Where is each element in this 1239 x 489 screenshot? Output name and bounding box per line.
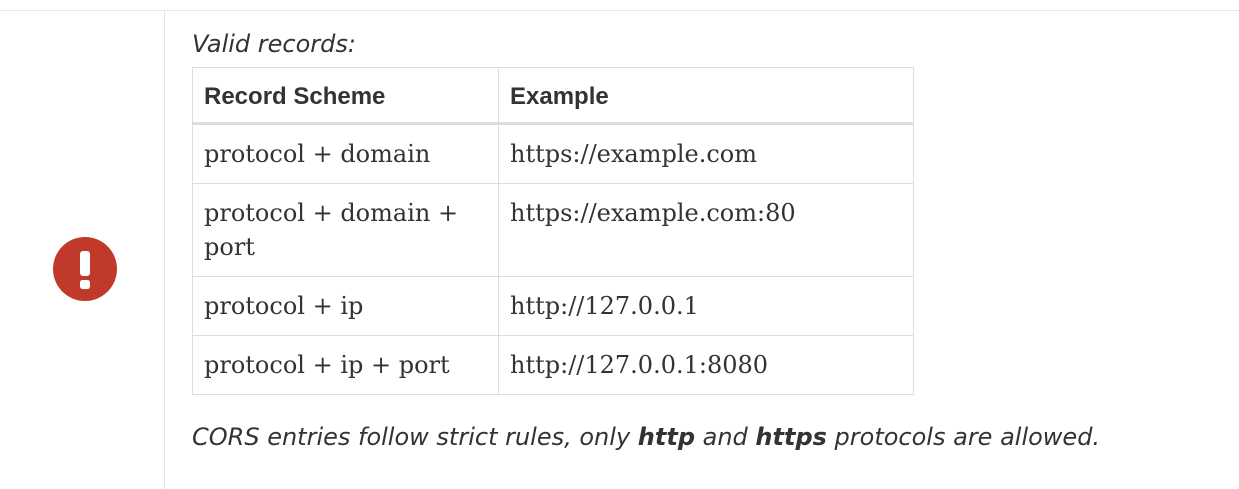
example-cell: https://example.com:80 [498,183,914,277]
table-row: protocol + domain + port https://example… [192,183,914,277]
admonition-icon-column [0,11,165,489]
table-row: protocol + ip + port http://127.0.0.1:80… [192,335,914,395]
https-protocol-label: https [755,423,827,451]
cors-note-text: and [695,423,756,451]
header-example: Example [498,67,914,125]
http-protocol-label: http [637,423,695,451]
cors-note-text: CORS entries follow strict rules, only [192,423,638,451]
record-scheme-cell: protocol + ip + port [192,335,499,395]
example-cell: http://127.0.0.1:8080 [498,335,914,395]
warning-admonition: Valid records: Record Scheme Example pro… [0,10,1239,489]
table-row: protocol + domain https://example.com [192,123,914,184]
cors-note: CORS entries follow strict rules, only h… [192,420,1222,454]
record-scheme-cell: protocol + domain + port [192,183,499,277]
header-record-scheme: Record Scheme [192,67,499,125]
intro-text: Valid records: [192,30,356,58]
exclamation-icon [53,237,117,301]
record-scheme-cell: protocol + domain [192,123,499,184]
example-cell: http://127.0.0.1 [498,276,914,336]
table-row: protocol + ip http://127.0.0.1 [192,276,914,336]
table-header-row: Record Scheme Example [192,67,914,125]
cors-note-text: protocols are allowed. [826,423,1101,451]
example-cell: https://example.com [498,123,914,184]
records-table: Record Scheme Example protocol + domain … [192,67,914,395]
record-scheme-cell: protocol + ip [192,276,499,336]
